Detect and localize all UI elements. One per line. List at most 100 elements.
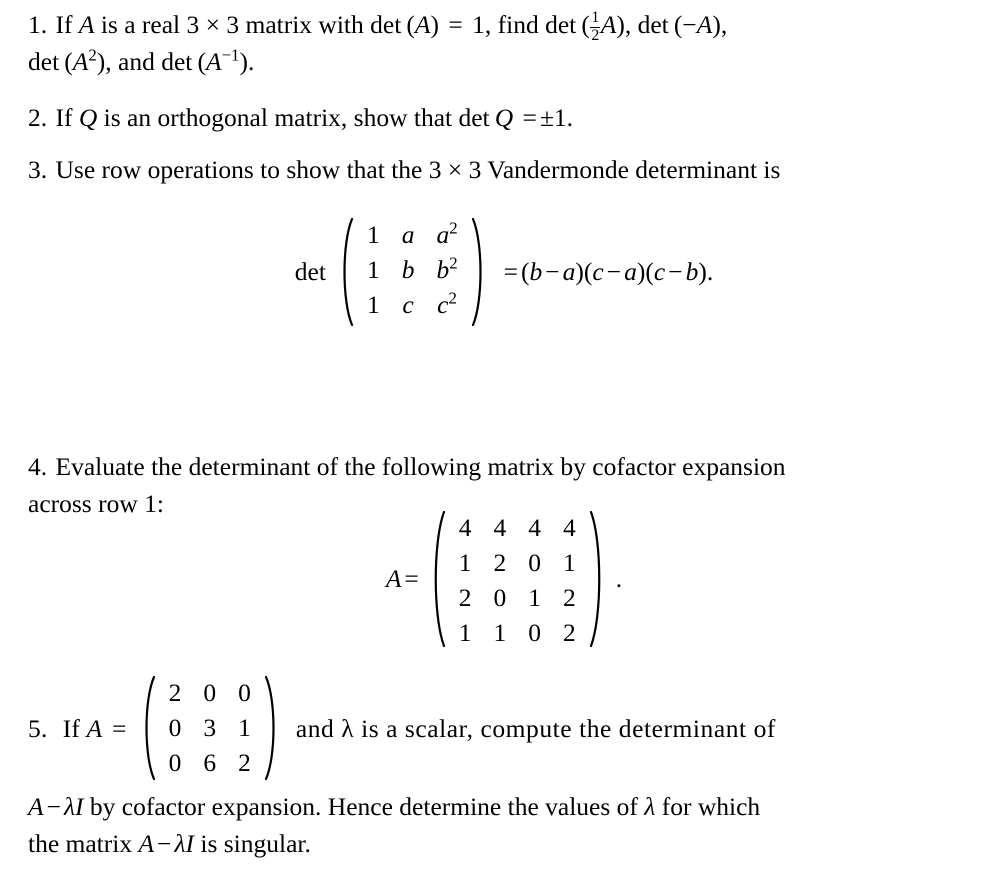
rhs-f1-right: a: [562, 257, 576, 286]
table-row: 0 6 2: [158, 745, 262, 780]
problem-1-number: 1.: [28, 10, 48, 39]
rhs-f1-left: b: [529, 257, 543, 286]
rhs-f2-op: −: [606, 257, 622, 286]
problem-5-lead: 5. If A =: [28, 710, 130, 747]
problem-1-paren-close-3: ): [712, 10, 721, 39]
cell-r2c4: 1: [563, 548, 576, 577]
fraction-numerator: 1: [591, 9, 600, 27]
vandermonde-equation-inner: det 1 a a2 1 b b2 1 c c2 = (b − a)(c − a…: [295, 217, 713, 327]
cell-r3c3: c2: [437, 288, 457, 319]
problem-4-var-A: A: [385, 564, 402, 593]
problem-4-number: 4.: [28, 452, 48, 481]
cell-r2c1: 0: [168, 713, 182, 742]
vandermonde-rhs: = (b − a)(c − a)(c − b).: [501, 257, 714, 287]
problem-1: 1. If A is a real 3 × 3 matrix with det …: [28, 6, 990, 44]
problem-1-and: and: [118, 47, 155, 76]
document-page: 1. If A is a real 3 × 3 matrix with det …: [0, 0, 1008, 880]
problem-3-text: Use row operations to show that the 3 × …: [55, 155, 781, 184]
problem-1-paren-close-5: ): [239, 47, 248, 76]
table-row: 1 b b2: [356, 252, 469, 287]
vandermonde-equation: det 1 a a2 1 b b2 1 c c2 = (b − a)(c − a…: [0, 217, 1008, 327]
problem-5-tail: and λ is a scalar, compute the determina…: [295, 713, 776, 743]
problem-5-var-A: A: [86, 713, 103, 743]
problem-5-body-minus-2: −: [157, 829, 172, 858]
problem-4-line-1: Evaluate the determinant of the followin…: [55, 452, 786, 481]
rhs-f3-left: c: [653, 257, 666, 286]
cell-r1c1: 2: [168, 678, 182, 707]
problem-1-det-1: det: [370, 10, 402, 39]
problem-1-exponent-2: 2: [88, 45, 97, 65]
problem-1-comma-3: ,: [105, 47, 112, 76]
problem-1-text-a: If: [55, 10, 73, 39]
problem-1-var-A: A: [78, 10, 95, 39]
problem-5-matrix: 2 0 0 0 3 1 0 6 2: [138, 675, 282, 781]
problem-1-paren-open-5: (: [197, 47, 206, 76]
problem-1-paren-close-1: ): [430, 10, 439, 39]
problem-5-body-text-2: for which: [661, 792, 761, 821]
rhs-f2-right: a: [624, 257, 637, 286]
problem-2-equals: =: [522, 103, 537, 132]
problem-5-body-text-3: the matrix: [28, 829, 133, 858]
problem-5-body-line-1: A − λI by cofactor expansion. Hence determ…: [28, 788, 990, 825]
problem-5-equals: =: [112, 713, 127, 743]
cell-r4c4: 2: [563, 618, 576, 647]
problem-1-arg-A-4: A: [72, 47, 89, 76]
problem-1-paren-open-2: (: [581, 10, 590, 39]
problem-5-body-I-1: I: [75, 792, 84, 821]
cell-r4c2: 1: [493, 618, 507, 647]
cell-r2c2: b: [401, 255, 415, 284]
cell-r3c2: 6: [203, 748, 217, 777]
problem-1-fraction-one-half: 12: [590, 9, 601, 44]
problem-2: 2. If Q is an orthogonal matrix, show th…: [28, 99, 990, 136]
rhs-f3-open: (: [645, 257, 654, 286]
problem-1-minus: −: [682, 10, 697, 39]
cell-r2c2: 2: [493, 548, 507, 577]
problem-5-number: 5.: [28, 713, 48, 743]
problem-4-trailing-period: .: [615, 564, 623, 593]
table-row: 1 a a2: [356, 217, 469, 252]
cell-r2c2: 3: [203, 713, 217, 742]
problem-1-det-3: det: [637, 10, 669, 39]
cell-r2c3: 1: [238, 713, 251, 742]
problem-5-body-text-4: is singular.: [200, 829, 311, 858]
rhs-period: .: [706, 257, 714, 286]
rhs-f2-left: c: [592, 257, 604, 286]
matrix-right-paren: [471, 217, 489, 327]
problem-2-det: det: [458, 103, 490, 132]
problem-1-paren-open-4: (: [64, 47, 73, 76]
cell-r3c3: 2: [238, 748, 251, 777]
problem-1-det-5: det: [161, 47, 193, 76]
table-row: 0 3 1: [158, 710, 262, 745]
problem-5-body-text-1: by cofactor expansion. Hence determine t…: [89, 792, 638, 821]
problem-4-equation: A = 4 4 4 4 1 2 0 1 2 0 1 2 1 1 0 2 .: [0, 510, 1008, 648]
cell-r4c3: 0: [528, 618, 542, 647]
problem-5-body-lambda-2: λ: [644, 792, 656, 821]
problem-1-paren-close-4: ): [96, 47, 106, 76]
problem-1-exponent-minus-1: −1: [221, 45, 240, 65]
problem-1-comma-1: ,: [624, 10, 632, 39]
problem-5: 5. If A = 2 0 0 0 3 1 0 6 2 and λ is a s…: [28, 672, 990, 784]
problem-5-body-I-2: I: [185, 829, 194, 858]
matrix-left-paren: [336, 217, 354, 327]
table-row: 1 c c2: [356, 287, 469, 322]
problem-1-find: find: [497, 10, 539, 39]
problem-3: 3. Use row operations to show that the 3…: [28, 151, 990, 188]
problem-1-arg-A-2: A: [600, 10, 617, 39]
rhs-f3-right: b: [685, 257, 699, 286]
problem-1-comma-2: ,: [720, 10, 728, 39]
cell-r1c3: 0: [238, 678, 251, 707]
cell-r1c2: 0: [203, 678, 217, 707]
problem-2-text-a: If: [55, 103, 73, 132]
vandermonde-matrix-grid: 1 a a2 1 b b2 1 c c2: [356, 217, 469, 327]
problem-5-body-A-2: A: [138, 829, 155, 858]
cell-r3c1: 2: [458, 583, 472, 612]
matrix-right-paren: [264, 675, 282, 781]
cell-r1c2: a: [401, 220, 415, 249]
problem-1-paren-open-1: (: [406, 10, 415, 39]
problem-1-period: .: [247, 47, 255, 76]
table-row: 1 2 0 1: [448, 545, 587, 580]
problem-1-equals: =: [448, 10, 463, 39]
cell-r1c1: 1: [366, 220, 380, 249]
matrix-left-paren: [138, 675, 156, 781]
problem-2-det-arg-Q: Q: [494, 103, 514, 132]
